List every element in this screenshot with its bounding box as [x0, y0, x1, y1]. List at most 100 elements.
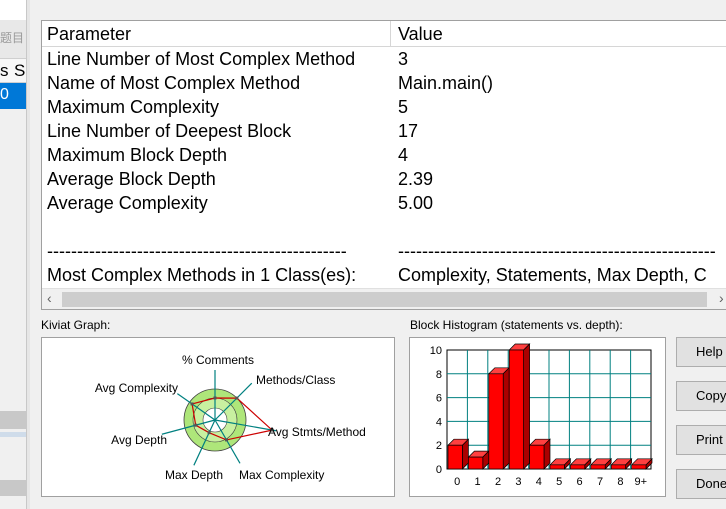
histogram-x-tick: 7 — [597, 476, 603, 488]
row-parameter: Average Complexity — [47, 193, 208, 213]
background-band-3 — [0, 480, 26, 496]
histogram-bar — [468, 456, 484, 470]
row-parameter: Average Block Depth — [47, 169, 216, 189]
histogram-bar — [508, 349, 524, 470]
histogram-x-tick: 5 — [556, 476, 562, 488]
done-button-label: Done — [696, 476, 726, 491]
row-value: ----------------------------------------… — [398, 241, 716, 261]
row-parameter: Line Number of Deepest Block — [47, 121, 292, 141]
histogram-y-tick: 6 — [436, 393, 442, 405]
kiviat-label: Kiviat Graph: — [41, 318, 111, 332]
table-row[interactable]: Line Number of Most Complex Method 3 — [42, 48, 726, 72]
background-label: 题目 — [0, 31, 25, 45]
done-button[interactable]: Done — [676, 469, 726, 499]
background-tabs: s S — [0, 58, 26, 83]
histogram-bar — [570, 464, 586, 470]
header-parameter-cell[interactable]: Parameter — [42, 21, 391, 46]
help-button-label: Help — [696, 344, 723, 359]
row-parameter: ----------------------------------------… — [47, 241, 347, 261]
kiviat-axis-label: % Comments — [182, 353, 254, 367]
row-parameter: Line Number of Most Complex Method — [47, 49, 356, 69]
table-row[interactable]: ----------------------------------------… — [42, 240, 726, 264]
row-parameter: Maximum Block Depth — [47, 145, 228, 165]
histogram-x-tick: 9+ — [635, 476, 648, 488]
background-tab-2[interactable]: S — [14, 61, 25, 81]
table-row[interactable]: Maximum Block Depth 4 — [42, 144, 726, 168]
table-row[interactable]: Most Complex Methods in 1 Class(es): Comp… — [42, 264, 726, 288]
histogram-bar — [610, 464, 626, 470]
histogram-bar — [631, 464, 647, 470]
kiviat-vertex — [207, 431, 211, 435]
histogram-y-tick: 4 — [436, 416, 442, 428]
histogram-x-tick: 0 — [454, 476, 460, 488]
table-row[interactable]: Average Block Depth 2.39 — [42, 168, 726, 192]
kiviat-axis-label: Methods/Class — [256, 373, 335, 387]
row-parameter: Name of Most Complex Method — [47, 73, 301, 93]
background-band-2 — [0, 432, 26, 437]
histogram-bar-side — [502, 366, 510, 470]
scroll-left-icon[interactable]: ‹ — [47, 290, 52, 306]
row-value: 5.00 — [398, 193, 434, 213]
kiviat-graph: % Comments Methods/Class Avg Stmts/Method M… — [41, 337, 395, 497]
table-row[interactable]: Line Number of Deepest Block 17 — [42, 120, 726, 144]
table-row[interactable] — [42, 216, 726, 240]
horizontal-scrollbar[interactable]: ‹ › — [42, 288, 726, 309]
histogram-bar — [447, 444, 463, 470]
row-value: 2.39 — [398, 169, 434, 189]
histogram-x-tick: 4 — [536, 476, 542, 488]
kiviat-svg: % CommentsMethods/Class Avg Stmts/Method M… — [95, 353, 366, 482]
histogram-bar-side — [523, 343, 530, 470]
background-tab-1[interactable]: s — [0, 61, 9, 81]
metrics-dialog: Parameter Value Line Number of Most Comp… — [30, 0, 726, 509]
histogram-svg: 10 8 6 4 2 00 1 2 3 4 5 6 7 8 9+ — [430, 343, 653, 488]
kiviat-vertex — [190, 402, 194, 406]
histogram-x-tick: 6 — [577, 476, 583, 488]
histogram-y-tick: 0 — [436, 464, 442, 476]
table-row[interactable]: Maximum Complexity 5 — [42, 96, 726, 120]
histogram-bar — [529, 444, 545, 470]
scrollbar-thumb[interactable] — [62, 292, 707, 307]
row-value: Complexity, Statements, Max Depth, C — [398, 265, 707, 285]
row-value: 3 — [398, 49, 409, 69]
table-header: Parameter Value — [42, 21, 726, 47]
print-button[interactable]: Print — [676, 425, 726, 455]
kiviat-vertex — [194, 423, 198, 427]
header-value[interactable]: Value — [398, 24, 443, 45]
help-button[interactable]: Help — [676, 337, 726, 367]
scroll-right-icon[interactable]: › — [719, 290, 724, 306]
row-parameter: Maximum Complexity — [47, 97, 220, 117]
histogram-y-tick: 10 — [430, 345, 442, 357]
background-window-strip: 题目 s S 0 — [0, 0, 26, 509]
row-value: Main.main() — [398, 73, 494, 93]
histogram-x-tick: 2 — [495, 476, 501, 488]
row-value: 5 — [398, 97, 409, 117]
kiviat-axis-label: Avg Depth — [111, 433, 167, 447]
header-parameter: Parameter — [47, 24, 132, 44]
metrics-table: Parameter Value Line Number of Most Comp… — [41, 20, 726, 310]
kiviat-axis-label: Avg Complexity — [95, 381, 178, 395]
copy-button[interactable]: Copy — [676, 381, 726, 411]
print-button-label: Print — [696, 432, 723, 447]
histogram-x-tick: 8 — [617, 476, 623, 488]
kiviat-vertex — [235, 396, 239, 400]
histogram-bar — [590, 464, 606, 470]
row-parameter: Most Complex Methods in 1 Class(es): — [47, 265, 357, 285]
histogram-y-tick: 8 — [436, 369, 442, 381]
kiviat-axis-label: Max Complexity — [239, 468, 324, 482]
kiviat-axis-label: Avg Stmts/Method — [268, 425, 366, 439]
histogram-y-tick: 2 — [436, 440, 442, 452]
background-band — [0, 411, 26, 429]
background-window-top — [0, 0, 26, 20]
histogram-x-tick: 1 — [475, 476, 481, 488]
kiviat-vertex — [225, 438, 228, 442]
table-row[interactable]: Name of Most Complex Method Main.main() — [42, 72, 726, 96]
histogram-label: Block Histogram (statements vs. depth): — [410, 318, 623, 332]
histogram-bar — [549, 464, 565, 470]
background-selected-value: 0 — [0, 86, 9, 103]
block-histogram: 10 8 6 4 2 0 0 1 2 3 4 5 6 7 8 9+ — [409, 337, 666, 497]
background-selected-row[interactable]: 0 — [0, 83, 26, 109]
table-row[interactable]: Average Complexity 5.00 — [42, 192, 726, 216]
copy-button-label: Copy — [696, 388, 726, 403]
row-value: 17 — [398, 121, 419, 141]
kiviat-axis-label: Max Depth — [165, 468, 223, 482]
